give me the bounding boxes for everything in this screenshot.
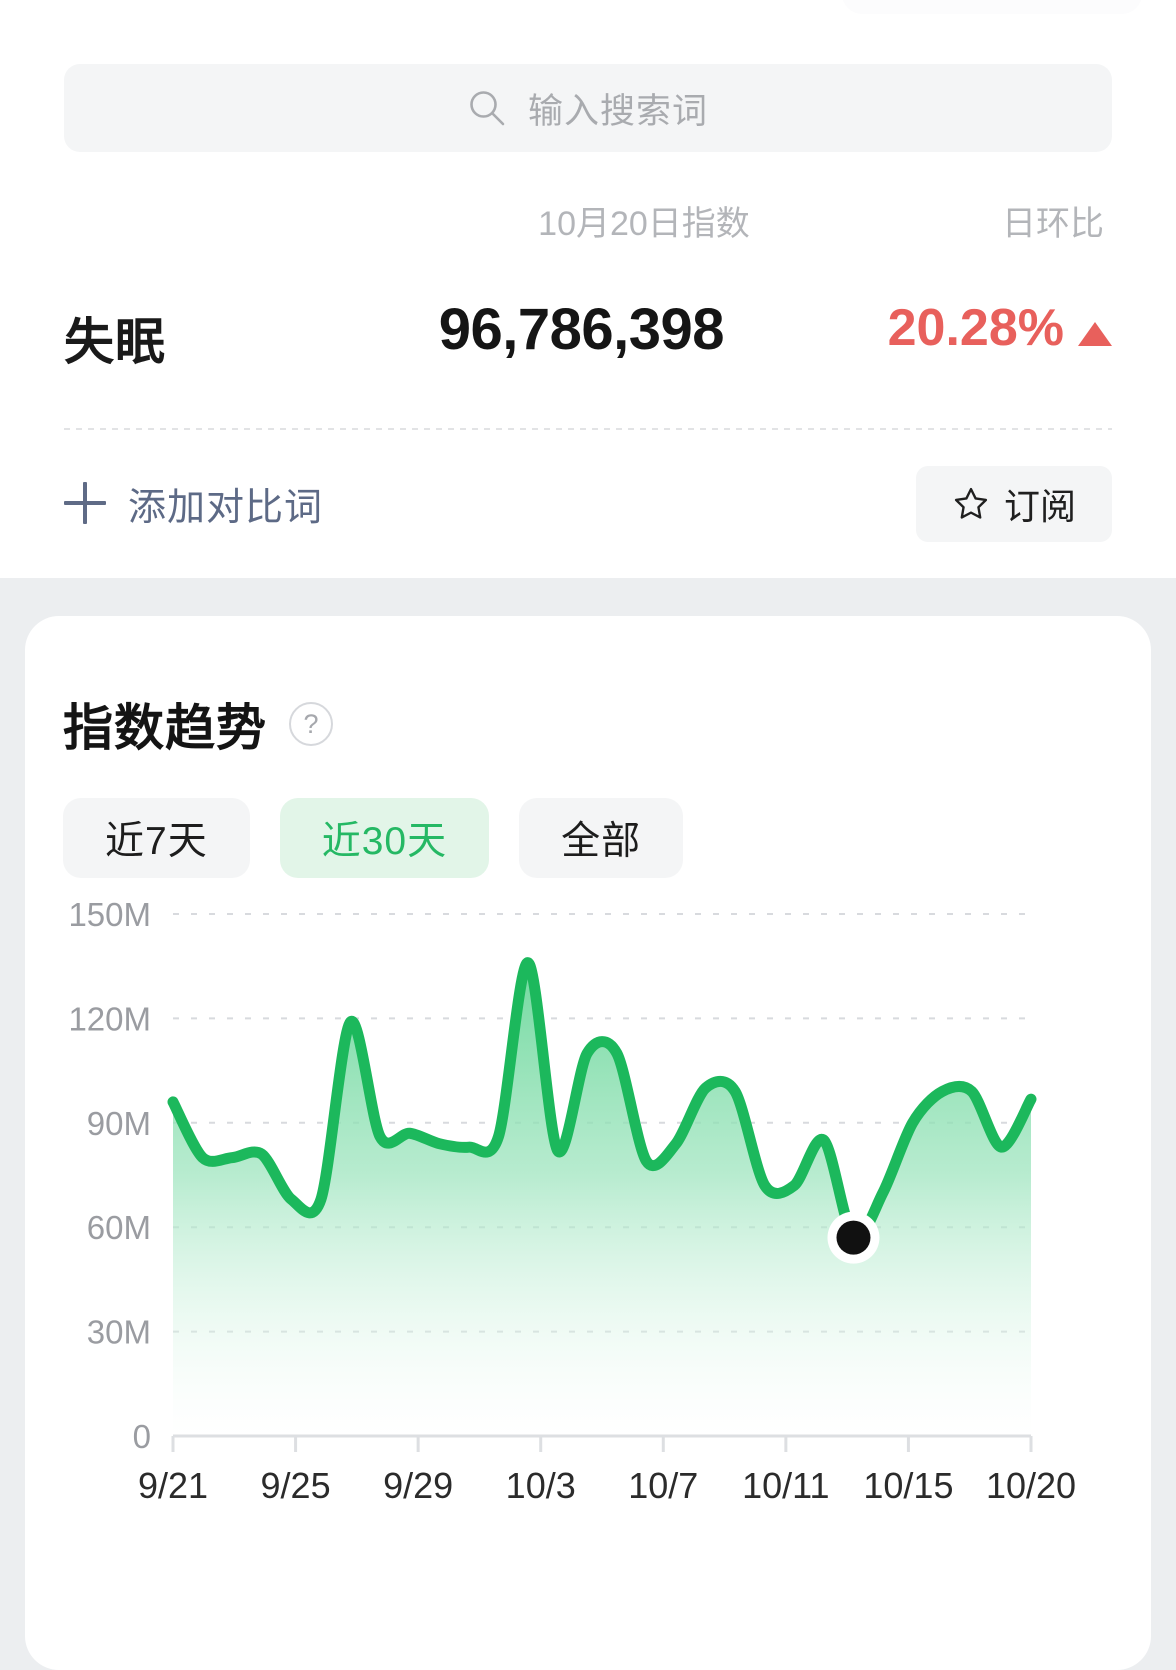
- svg-text:10/3: 10/3: [506, 1465, 576, 1506]
- tab-all-label: 全部: [561, 820, 642, 863]
- column-headers: 10月20日指数 日环比: [64, 196, 1112, 243]
- svg-text:9/25: 9/25: [261, 1465, 331, 1506]
- trend-chart-svg: 0 30M 60M 90M 120M 150M 9/21 9/25 9/29 10/3 10/7 1…: [68, 898, 1076, 1506]
- keyword-name: 失眠: [64, 314, 166, 370]
- keyword-index-value: 96,786,398: [438, 297, 725, 362]
- trend-card: 指数趋势 ? 近7天 近30天 全部 0 30M 60M 90M 120M 15…: [25, 616, 1151, 1670]
- search-placeholder-text: 输入搜索词: [527, 91, 708, 131]
- search-icon: [468, 89, 506, 127]
- range-tabs: 近7天 近30天 全部: [63, 798, 684, 878]
- chart-area-fill: [173, 962, 1031, 1436]
- app-root: 输入搜索词 10月20日指数 日环比 失眠 96,786,398 20.28% …: [0, 0, 1176, 1670]
- keyword-change-value: 20.28%: [887, 299, 1064, 357]
- card-title-row: 指数趋势 ?: [63, 688, 333, 760]
- tab-all[interactable]: 全部: [519, 798, 684, 878]
- tab-last-30-days-label: 近30天: [321, 820, 448, 863]
- section-divider: [64, 428, 1112, 430]
- svg-text:90M: 90M: [87, 1105, 151, 1142]
- svg-text:60M: 60M: [87, 1209, 151, 1246]
- index-column-label: 10月20日指数: [538, 205, 750, 243]
- search-input[interactable]: 输入搜索词: [64, 64, 1112, 152]
- partial-pill-decoration: [842, 0, 1142, 14]
- svg-text:0: 0: [133, 1418, 151, 1455]
- keyword-row[interactable]: 失眠 96,786,398 20.28%: [64, 296, 1112, 388]
- trend-chart[interactable]: 0 30M 60M 90M 120M 150M 9/21 9/25 9/29 10/3 10/7 1…: [25, 898, 1151, 1598]
- svg-text:9/29: 9/29: [383, 1465, 453, 1506]
- svg-text:10/11: 10/11: [742, 1465, 829, 1506]
- svg-text:10/15: 10/15: [863, 1465, 953, 1506]
- change-column-label: 日环比: [1002, 205, 1104, 243]
- tab-last-30-days[interactable]: 近30天: [279, 798, 490, 878]
- chart-marker-point[interactable]: [827, 1211, 880, 1264]
- svg-text:9/21: 9/21: [138, 1465, 208, 1506]
- subscribe-button[interactable]: 订阅: [916, 466, 1112, 542]
- add-compare-label: 添加对比词: [128, 486, 324, 529]
- top-panel: 输入搜索词 10月20日指数 日环比 失眠 96,786,398 20.28% …: [0, 0, 1176, 578]
- svg-text:10/20: 10/20: [986, 1465, 1076, 1506]
- tab-last-7-days-label: 近7天: [105, 820, 208, 863]
- plus-icon: [64, 482, 106, 524]
- add-compare-button[interactable]: 添加对比词: [64, 470, 323, 536]
- change-up-arrow-icon: [1078, 322, 1112, 346]
- chart-axis: [171, 1434, 1033, 1452]
- subscribe-label: 订阅: [1003, 486, 1076, 527]
- card-title: 指数趋势: [63, 700, 267, 756]
- chart-y-tick-labels: 0 30M 60M 90M 120M 150M: [68, 898, 151, 1455]
- svg-text:120M: 120M: [68, 1000, 151, 1037]
- tab-last-7-days[interactable]: 近7天: [63, 798, 250, 878]
- help-icon[interactable]: ?: [289, 702, 333, 746]
- svg-text:150M: 150M: [68, 898, 151, 933]
- svg-text:30M: 30M: [87, 1314, 151, 1351]
- star-icon: [952, 485, 990, 523]
- chart-x-tick-labels: 9/21 9/25 9/29 10/3 10/7 10/11 10/15 10/20: [138, 1465, 1076, 1506]
- svg-text:10/7: 10/7: [628, 1465, 698, 1506]
